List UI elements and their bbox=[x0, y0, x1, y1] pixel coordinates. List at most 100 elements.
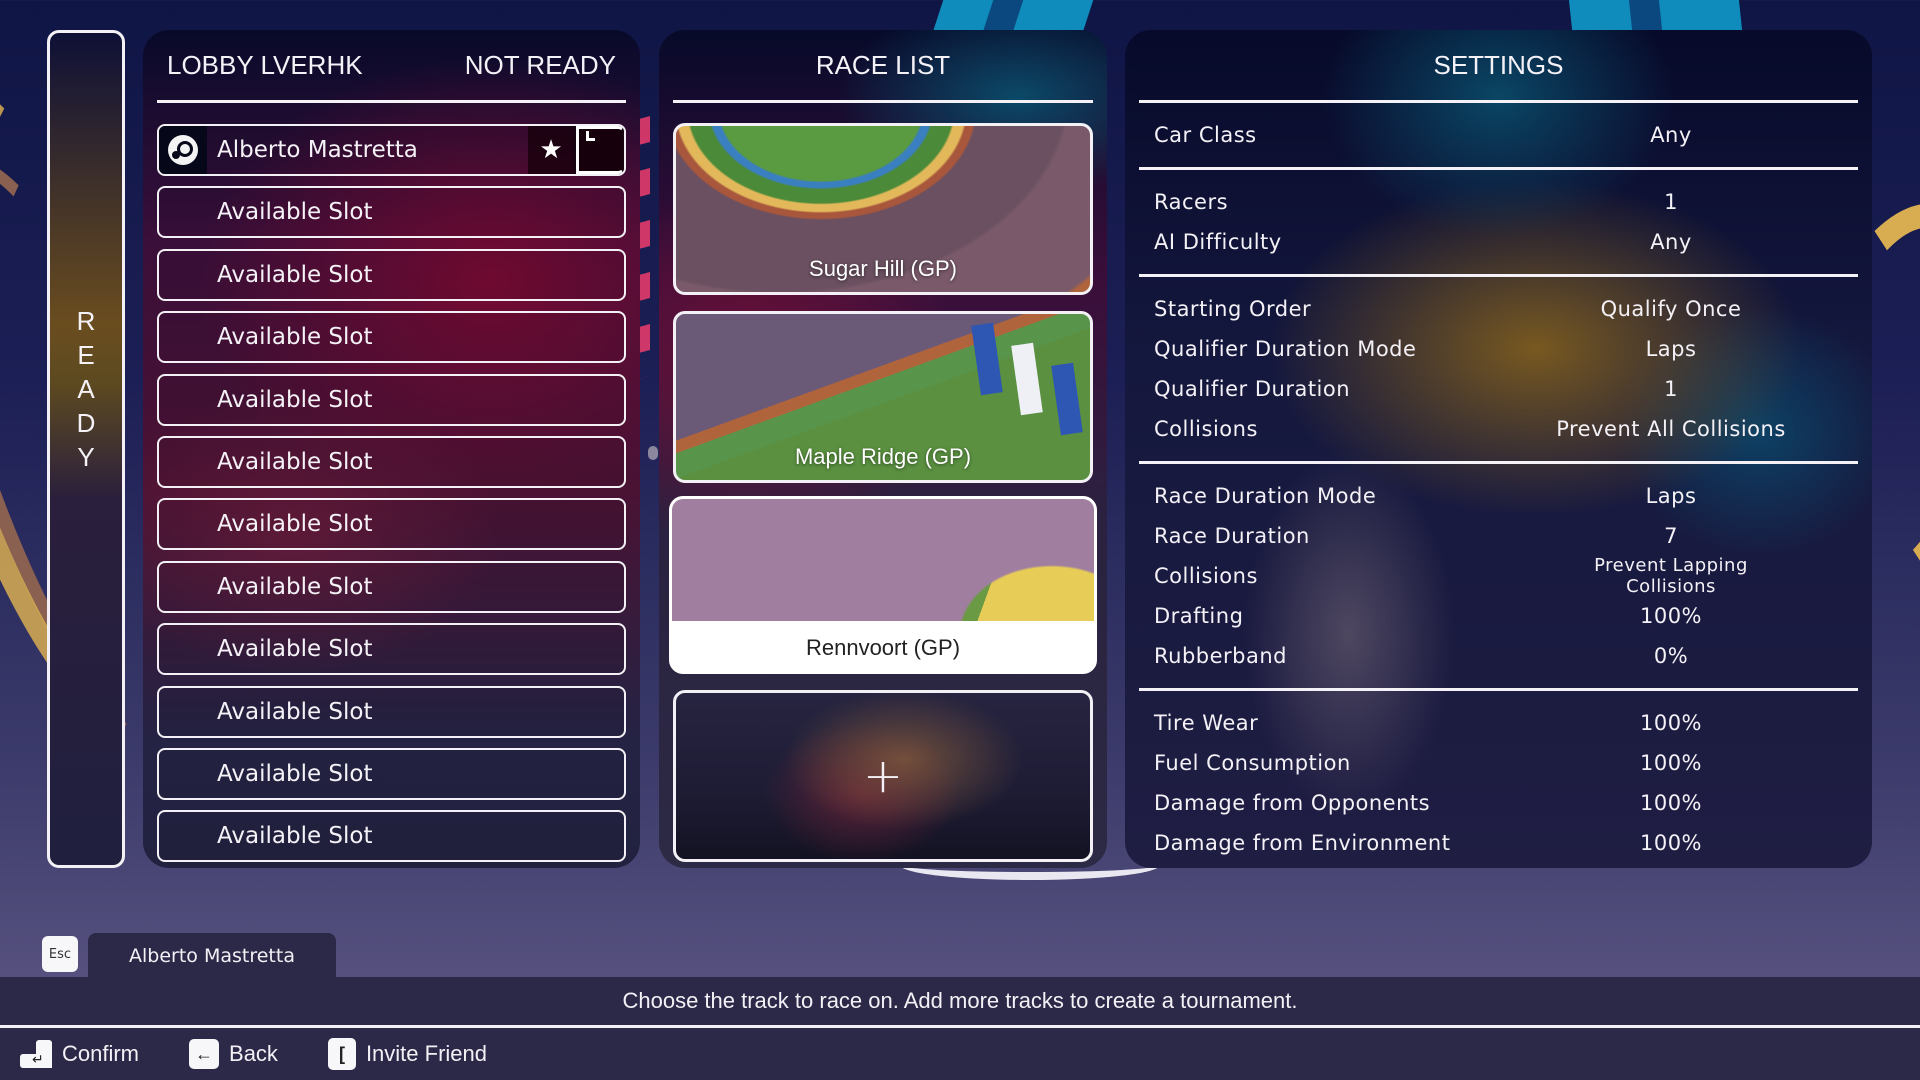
settings-header: SETTINGS bbox=[1125, 30, 1872, 100]
setting-row[interactable]: Collisions Prevent All Collisions bbox=[1139, 409, 1858, 449]
setting-row[interactable]: Starting Order Qualify Once bbox=[1139, 289, 1858, 329]
track-flag-image bbox=[1051, 362, 1083, 436]
setting-value[interactable]: Prevent All Collisions bbox=[1554, 417, 1788, 441]
available-slot[interactable]: Available Slot bbox=[157, 810, 626, 863]
setting-value[interactable]: 100% bbox=[1554, 711, 1788, 735]
setting-row[interactable]: Qualifier Duration 1 bbox=[1139, 369, 1858, 409]
setting-value[interactable]: Any bbox=[1554, 123, 1788, 147]
race-list-title: RACE LIST bbox=[815, 49, 951, 80]
platform-badge bbox=[159, 126, 207, 174]
track-thumbnail bbox=[672, 499, 1094, 621]
settings-group: Starting Order Qualify Once Qualifier Dura… bbox=[1139, 277, 1858, 461]
settings-panel: SETTINGS Car Class Any Racers 1 AI Difficult… bbox=[1125, 30, 1872, 868]
ready-letter: E bbox=[77, 340, 95, 370]
slot-label: Available Slot bbox=[217, 261, 373, 288]
setting-row[interactable]: Rubberband 0% bbox=[1139, 636, 1858, 676]
available-slot[interactable]: Available Slot bbox=[157, 560, 626, 613]
setting-row[interactable]: Damage from Environment 100% bbox=[1139, 823, 1858, 863]
ready-letter: R bbox=[76, 306, 96, 336]
setting-value[interactable]: 0% bbox=[1554, 644, 1788, 668]
track-card-rennvoort[interactable]: Rennvoort (GP) bbox=[669, 496, 1097, 674]
slot-label: Available Slot bbox=[217, 823, 373, 850]
slot-label: Available Slot bbox=[217, 760, 373, 787]
ready-button[interactable]: R E A D Y bbox=[47, 30, 125, 868]
setting-value[interactable]: 1 bbox=[1554, 190, 1788, 214]
slot-label: Available Slot bbox=[217, 386, 373, 413]
available-slot[interactable]: Available Slot bbox=[157, 186, 626, 239]
track-flag-image bbox=[1011, 342, 1043, 416]
setting-row[interactable]: Damage from Opponents 100% bbox=[1139, 783, 1858, 823]
invite-friend-label: Invite Friend bbox=[365, 1041, 487, 1066]
available-slot[interactable]: Available Slot bbox=[157, 685, 626, 738]
setting-row[interactable]: Racers 1 bbox=[1139, 182, 1858, 222]
settings-group: Racers 1 AI Difficulty Any bbox=[1139, 170, 1858, 274]
setting-value[interactable]: 100% bbox=[1554, 751, 1788, 775]
setting-row[interactable]: Qualifier Duration Mode Laps bbox=[1139, 329, 1858, 369]
track-card-maple-ridge[interactable]: Maple Ridge (GP) bbox=[673, 311, 1093, 483]
available-slot[interactable]: Available Slot bbox=[157, 435, 626, 488]
available-slot[interactable]: Available Slot bbox=[157, 248, 626, 301]
player-slot[interactable]: Alberto Mastretta ★ bbox=[157, 124, 626, 176]
available-slot[interactable]: Available Slot bbox=[157, 498, 626, 551]
setting-value[interactable]: Laps bbox=[1554, 337, 1788, 361]
slot-label: Available Slot bbox=[217, 448, 373, 475]
setting-value[interactable]: Prevent Lapping Collisions bbox=[1554, 555, 1788, 597]
slot-label: Available Slot bbox=[217, 573, 373, 600]
slot-label: Available Slot bbox=[217, 698, 373, 725]
slot-label: Available Slot bbox=[217, 636, 373, 663]
available-slot[interactable]: Available Slot bbox=[157, 623, 626, 676]
setting-value[interactable]: Laps bbox=[1554, 484, 1788, 508]
confirm-label: Confirm bbox=[62, 1041, 140, 1066]
settings-title: SETTINGS bbox=[1433, 49, 1564, 80]
player-slot-list: Alberto Mastretta ★ Available Slot Avail… bbox=[143, 103, 640, 863]
clock-icon-button[interactable] bbox=[576, 126, 624, 174]
slot-label: Available Slot bbox=[217, 324, 373, 351]
setting-value[interactable]: 1 bbox=[1554, 377, 1788, 401]
invite-friend-button[interactable]: [ Invite Friend bbox=[327, 1038, 487, 1070]
available-slot[interactable]: Available Slot bbox=[157, 311, 626, 364]
player-tab[interactable]: Alberto Mastretta bbox=[88, 933, 336, 978]
setting-row[interactable]: AI Difficulty Any bbox=[1139, 222, 1858, 262]
backspace-key-icon: ← bbox=[189, 1039, 220, 1069]
setting-value[interactable]: 7 bbox=[1554, 524, 1788, 548]
hint-bar: Choose the track to race on. Add more tr… bbox=[0, 977, 1920, 1025]
settings-group: Race Duration Mode Laps Race Duration 7 Coll… bbox=[1139, 464, 1858, 688]
setting-row[interactable]: Drafting 100% bbox=[1139, 596, 1858, 636]
esc-key-icon[interactable]: Esc bbox=[42, 936, 78, 972]
available-slot[interactable]: Available Slot bbox=[157, 373, 626, 426]
race-list-panel: RACE LIST Sugar Hill (GP) Maple Ridge (G… bbox=[659, 30, 1107, 868]
setting-row[interactable]: Collisions Prevent Lapping Collisions bbox=[1139, 555, 1858, 597]
setting-row[interactable]: Tire Wear 100% bbox=[1139, 703, 1858, 743]
setting-value[interactable]: Qualify Once bbox=[1554, 297, 1788, 321]
star-icon[interactable]: ★ bbox=[528, 126, 576, 174]
available-slot[interactable]: Available Slot bbox=[157, 747, 626, 800]
back-label: Back bbox=[229, 1041, 278, 1066]
race-list-header: RACE LIST bbox=[659, 30, 1107, 100]
lobby-title: LOBBY LVERHK bbox=[167, 49, 363, 80]
back-button[interactable]: ← Back bbox=[189, 1039, 278, 1069]
setting-row[interactable]: Race Duration Mode Laps bbox=[1139, 476, 1858, 516]
settings-list: Car Class Any Racers 1 AI Difficulty Any Start… bbox=[1125, 100, 1872, 868]
ready-label: R E A D Y bbox=[77, 304, 96, 474]
confirm-button[interactable]: ↵ Confirm bbox=[20, 1040, 139, 1068]
add-track-button[interactable]: + bbox=[673, 690, 1093, 862]
setting-row[interactable]: Car Class Any bbox=[1139, 115, 1858, 155]
enter-key-icon: ↵ bbox=[20, 1040, 52, 1068]
setting-row[interactable]: Fuel Consumption 100% bbox=[1139, 743, 1858, 783]
scrollbar-handle[interactable] bbox=[648, 446, 658, 460]
setting-value[interactable]: 100% bbox=[1554, 604, 1788, 628]
setting-row[interactable]: Race Duration 7 bbox=[1139, 516, 1858, 556]
ready-letter: A bbox=[77, 374, 95, 404]
setting-value[interactable]: 100% bbox=[1554, 831, 1788, 855]
track-card-sugar-hill[interactable]: Sugar Hill (GP) bbox=[673, 123, 1093, 295]
setting-value[interactable]: Any bbox=[1554, 230, 1788, 254]
track-flag-image bbox=[971, 322, 1003, 396]
slot-label: Available Slot bbox=[217, 199, 373, 226]
lobby-panel: LOBBY LVERHK NOT READY Alberto Mastretta… bbox=[143, 30, 640, 868]
plus-icon: + bbox=[862, 748, 904, 804]
player-name: Alberto Mastretta bbox=[217, 137, 418, 163]
slot-label: Available Slot bbox=[217, 511, 373, 538]
ready-status: NOT READY bbox=[464, 49, 616, 80]
setting-value[interactable]: 100% bbox=[1554, 791, 1788, 815]
ready-letter: D bbox=[76, 408, 96, 438]
